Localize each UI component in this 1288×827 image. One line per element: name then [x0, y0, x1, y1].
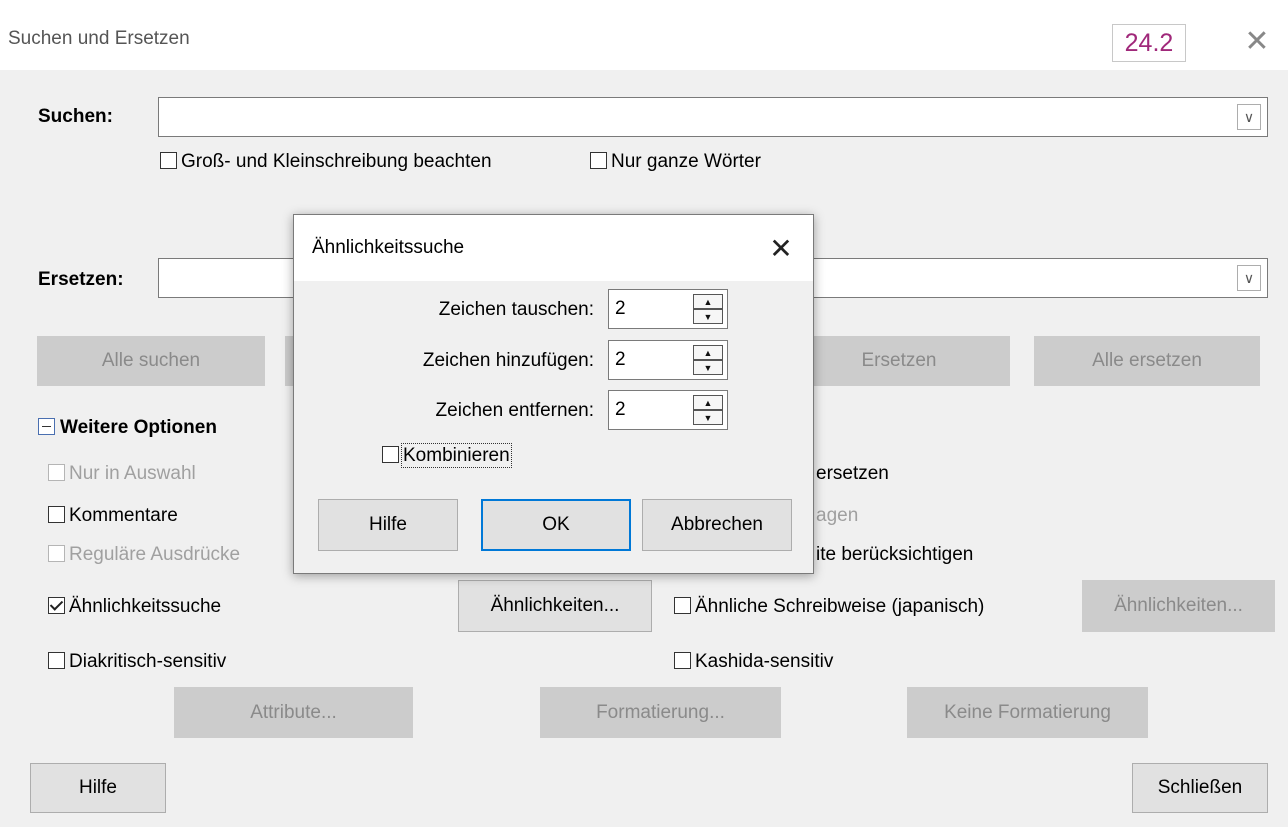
ok-button[interactable]: OK [481, 499, 631, 551]
whole-words-box[interactable] [590, 152, 607, 169]
exchange-label: Zeichen tauschen: [438, 299, 594, 320]
combine-checkbox[interactable]: Kombinieren [382, 443, 512, 468]
replace-button[interactable]: Ersetzen [788, 336, 1010, 386]
spin-down-icon[interactable]: ▼ [693, 410, 723, 425]
japanese-sounds-checkbox[interactable]: Ähnliche Schreibweise (japanisch) [674, 596, 984, 618]
diacritics-checkbox[interactable]: Diakritisch-sensitiv [48, 651, 226, 673]
match-case-checkbox[interactable]: Groß- und Kleinschreibung beachten [160, 151, 492, 173]
close-icon[interactable]: ✕ [766, 229, 796, 269]
spin-up-icon[interactable]: ▲ [693, 294, 723, 309]
checkmark-icon[interactable] [48, 597, 65, 614]
search-label-text: Suchen: [38, 106, 113, 127]
search-label: Suchen: [38, 106, 113, 128]
combine-label: Kombinieren [401, 443, 512, 468]
kashida-box[interactable] [674, 652, 691, 669]
combine-box[interactable] [382, 446, 399, 463]
similarity-search-checkbox[interactable]: Ähnlichkeitssuche [48, 596, 221, 618]
add-value[interactable]: 2 [615, 349, 626, 371]
spin-up-icon[interactable]: ▲ [693, 395, 723, 410]
attributes-button[interactable]: Attribute... [174, 687, 413, 738]
replace-label: Ersetzen: [38, 269, 124, 290]
kashida-checkbox[interactable]: Kashida-sensitiv [674, 651, 833, 673]
regex-label: Reguläre Ausdrücke [69, 544, 241, 565]
chevron-down-icon[interactable]: ∨ [1237, 265, 1261, 291]
replace-all-button[interactable]: Alle ersetzen [1034, 336, 1260, 386]
cancel-button[interactable]: Abbrechen [642, 499, 792, 551]
comments-label: Kommentare [69, 505, 178, 526]
format-button[interactable]: Formatierung... [540, 687, 781, 738]
only-selection-label: Nur in Auswahl [69, 463, 196, 484]
regex-box[interactable] [48, 545, 65, 562]
spin-down-icon[interactable]: ▼ [693, 309, 723, 324]
exchange-stepper[interactable]: 2 ▲ ▼ [608, 289, 728, 329]
close-button[interactable]: Schließen [1132, 763, 1268, 813]
whole-words-label: Nur ganze Wörter [611, 151, 761, 172]
only-selection-checkbox[interactable]: Nur in Auswahl [48, 463, 196, 485]
japanese-similarities-button[interactable]: Ähnlichkeiten... [1082, 580, 1275, 632]
find-all-button[interactable]: Alle suchen [37, 336, 265, 386]
spin-up-icon[interactable]: ▲ [693, 345, 723, 360]
comments-checkbox[interactable]: Kommentare [48, 505, 178, 527]
japanese-sounds-box[interactable] [674, 597, 691, 614]
remove-stepper[interactable]: 2 ▲ ▼ [608, 390, 728, 430]
kashida-label: Kashida-sensitiv [695, 651, 834, 672]
match-case-box[interactable] [160, 152, 177, 169]
similarity-search-label: Ähnlichkeitssuche [69, 596, 222, 617]
remove-value[interactable]: 2 [615, 399, 626, 421]
more-options-expander[interactable]: Weitere Optionen [38, 417, 217, 439]
dialog-help-button[interactable]: Hilfe [318, 499, 458, 551]
help-button[interactable]: Hilfe [30, 763, 166, 813]
similarities-button[interactable]: Ähnlichkeiten... [458, 580, 652, 632]
similarity-dialog-title: Ähnlichkeitssuche [312, 237, 465, 258]
similarity-dialog: Ähnlichkeitssuche ✕ Zeichen tauschen: 2 … [293, 214, 814, 574]
window-title: Suchen und Ersetzen [8, 28, 190, 49]
remove-label: Zeichen entfernen: [435, 400, 594, 421]
styles-label: agen [816, 505, 859, 526]
regex-checkbox[interactable]: Reguläre Ausdrücke [48, 544, 240, 566]
version-badge: 24.2 [1112, 24, 1186, 62]
add-label: Zeichen hinzufügen: [422, 350, 594, 371]
replace-backwards-label: ersetzen [816, 463, 889, 484]
close-icon[interactable]: ✕ [1242, 22, 1272, 62]
chevron-down-icon[interactable]: ∨ [1237, 104, 1261, 130]
only-selection-box[interactable] [48, 464, 65, 481]
collapse-icon[interactable] [38, 418, 55, 435]
spin-down-icon[interactable]: ▼ [693, 360, 723, 375]
whole-words-checkbox[interactable]: Nur ganze Wörter [590, 151, 761, 173]
search-input[interactable]: ∨ [158, 97, 1268, 137]
diacritics-label: Diakritisch-sensitiv [69, 651, 227, 672]
title-bar [0, 0, 1288, 70]
no-format-button[interactable]: Keine Formatierung [907, 687, 1148, 738]
japanese-sounds-label: Ähnliche Schreibweise (japanisch) [695, 596, 985, 617]
match-case-label: Groß- und Kleinschreibung beachten [181, 151, 492, 172]
diacritics-box[interactable] [48, 652, 65, 669]
add-stepper[interactable]: 2 ▲ ▼ [608, 340, 728, 380]
comments-box[interactable] [48, 506, 65, 523]
more-options-header: Weitere Optionen [60, 417, 217, 438]
width-label: ite berücksichtigen [816, 544, 974, 565]
exchange-value[interactable]: 2 [615, 298, 626, 320]
